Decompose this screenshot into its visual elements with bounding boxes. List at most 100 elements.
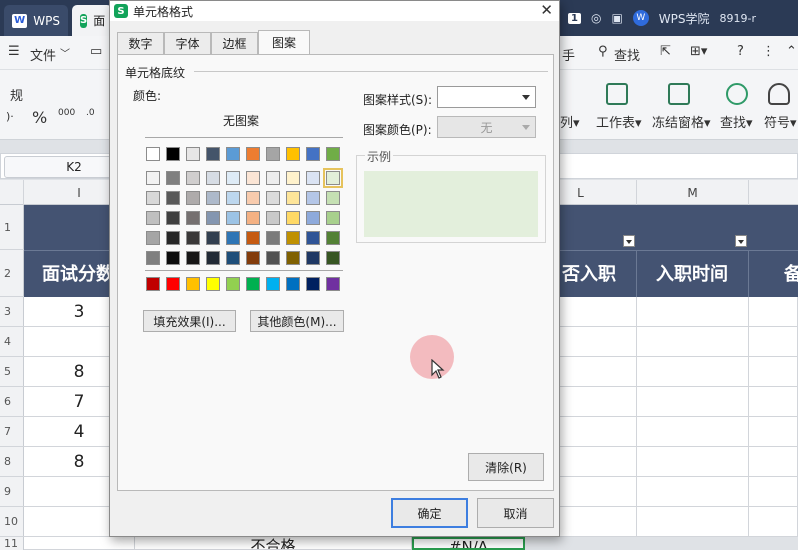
ribbon-find[interactable]: 查找▾: [720, 112, 753, 131]
box-icon[interactable]: ▣: [611, 11, 622, 25]
no-pattern-option[interactable]: 无图案: [223, 112, 259, 129]
standard-color-swatch[interactable]: [146, 277, 160, 291]
color-swatch[interactable]: [166, 211, 180, 225]
color-swatch[interactable]: [206, 147, 220, 161]
color-swatch[interactable]: [246, 251, 260, 265]
ribbon-worksheet[interactable]: 工作表▾: [596, 112, 642, 131]
color-swatch[interactable]: [266, 171, 280, 185]
table-cell[interactable]: [637, 357, 749, 387]
color-swatch[interactable]: [286, 231, 300, 245]
tab-wps-home[interactable]: W WPS: [4, 5, 68, 36]
color-swatch[interactable]: [146, 147, 160, 161]
standard-color-swatch[interactable]: [246, 277, 260, 291]
color-swatch[interactable]: [326, 147, 340, 161]
standard-color-swatch[interactable]: [166, 277, 180, 291]
color-swatch[interactable]: [186, 251, 200, 265]
menu-icon[interactable]: ☰: [8, 44, 20, 59]
color-swatch[interactable]: [246, 191, 260, 205]
color-swatch[interactable]: [326, 211, 340, 225]
color-swatch[interactable]: [326, 231, 340, 245]
fill-effects-button[interactable]: 填充效果(I)...: [143, 310, 236, 332]
phone-label[interactable]: 8919-r: [720, 12, 757, 25]
dialog-title-bar[interactable]: S 单元格格式 ✕: [110, 1, 559, 21]
cell-na[interactable]: #N/A: [412, 537, 525, 550]
standard-color-swatch[interactable]: [226, 277, 240, 291]
color-swatch[interactable]: [186, 231, 200, 245]
row-header[interactable]: 7: [0, 417, 24, 447]
ok-button[interactable]: 确定: [391, 498, 468, 528]
tools-icon[interactable]: ⊞▾: [690, 44, 707, 59]
standard-color-swatch[interactable]: [306, 277, 320, 291]
color-swatch[interactable]: [146, 231, 160, 245]
color-swatch[interactable]: [146, 251, 160, 265]
color-swatch[interactable]: [266, 147, 280, 161]
clear-button[interactable]: 清除(R): [468, 453, 544, 481]
column-header-m[interactable]: M: [637, 180, 749, 205]
ribbon-symbol[interactable]: 符号▾: [764, 112, 797, 131]
color-swatch[interactable]: [226, 231, 240, 245]
color-swatch[interactable]: [306, 191, 320, 205]
color-swatch[interactable]: [286, 211, 300, 225]
row-header[interactable]: 2: [0, 250, 24, 297]
select-all-corner[interactable]: [0, 180, 24, 205]
more-colors-button[interactable]: 其他颜色(M)...: [250, 310, 344, 332]
table-cell[interactable]: [749, 387, 798, 417]
table-cell[interactable]: [749, 327, 798, 357]
table-cell[interactable]: [749, 507, 798, 537]
table-cell[interactable]: [637, 477, 749, 507]
share-icon[interactable]: ⇱: [660, 44, 671, 59]
cell-i11[interactable]: [24, 537, 135, 550]
tab-number[interactable]: 数字: [117, 32, 164, 54]
symbol-icon[interactable]: [768, 83, 790, 105]
help-icon[interactable]: ?: [737, 44, 744, 59]
filter-dropdown-icon[interactable]: [735, 235, 747, 247]
skin-icon[interactable]: ◎: [591, 11, 601, 25]
row-header[interactable]: 8: [0, 447, 24, 477]
color-swatch[interactable]: [146, 171, 160, 185]
table-cell[interactable]: [637, 447, 749, 477]
table-cell[interactable]: [637, 327, 749, 357]
color-swatch[interactable]: [286, 171, 300, 185]
ribbon-col[interactable]: 列▾: [560, 112, 580, 131]
number-format-label[interactable]: 规: [10, 85, 23, 104]
close-icon[interactable]: ✕: [540, 1, 553, 21]
color-swatch[interactable]: [286, 147, 300, 161]
color-swatch[interactable]: [186, 211, 200, 225]
color-swatch[interactable]: [206, 251, 220, 265]
color-swatch[interactable]: [246, 211, 260, 225]
color-swatch[interactable]: [286, 191, 300, 205]
thousands-icon[interactable]: 000: [58, 108, 75, 118]
color-swatch[interactable]: [246, 171, 260, 185]
find-icon[interactable]: [726, 83, 748, 105]
color-swatch[interactable]: [166, 171, 180, 185]
table-cell[interactable]: [637, 417, 749, 447]
row-header[interactable]: 11: [0, 537, 24, 550]
header-join-time[interactable]: 入职时间: [656, 260, 728, 286]
color-swatch[interactable]: [246, 147, 260, 161]
color-swatch[interactable]: [226, 211, 240, 225]
color-swatch[interactable]: [186, 171, 200, 185]
more-icon[interactable]: ⋮: [762, 44, 775, 59]
search-icon[interactable]: ⚲: [598, 44, 608, 59]
color-swatch[interactable]: [186, 191, 200, 205]
collapse-icon[interactable]: ⌃: [786, 44, 797, 59]
header-interview-score[interactable]: 面试分数: [42, 260, 114, 286]
color-swatch[interactable]: [266, 211, 280, 225]
color-swatch[interactable]: [206, 231, 220, 245]
cell-fail[interactable]: 不合格: [135, 537, 412, 550]
table-cell[interactable]: [749, 297, 798, 327]
color-swatch[interactable]: [166, 191, 180, 205]
color-swatch[interactable]: [226, 171, 240, 185]
color-swatch[interactable]: [266, 231, 280, 245]
chevron-down-icon[interactable]: ﹀: [60, 45, 70, 60]
color-swatch[interactable]: [206, 211, 220, 225]
color-swatch[interactable]: [186, 147, 200, 161]
table-cell[interactable]: [749, 417, 798, 447]
color-swatch[interactable]: [146, 191, 160, 205]
tab-pattern[interactable]: 图案: [258, 30, 310, 54]
worksheet-icon[interactable]: [606, 83, 628, 105]
row-header[interactable]: 3: [0, 297, 24, 327]
table-cell[interactable]: [749, 477, 798, 507]
table-cell[interactable]: [749, 357, 798, 387]
tab-border[interactable]: 边框: [211, 32, 258, 54]
